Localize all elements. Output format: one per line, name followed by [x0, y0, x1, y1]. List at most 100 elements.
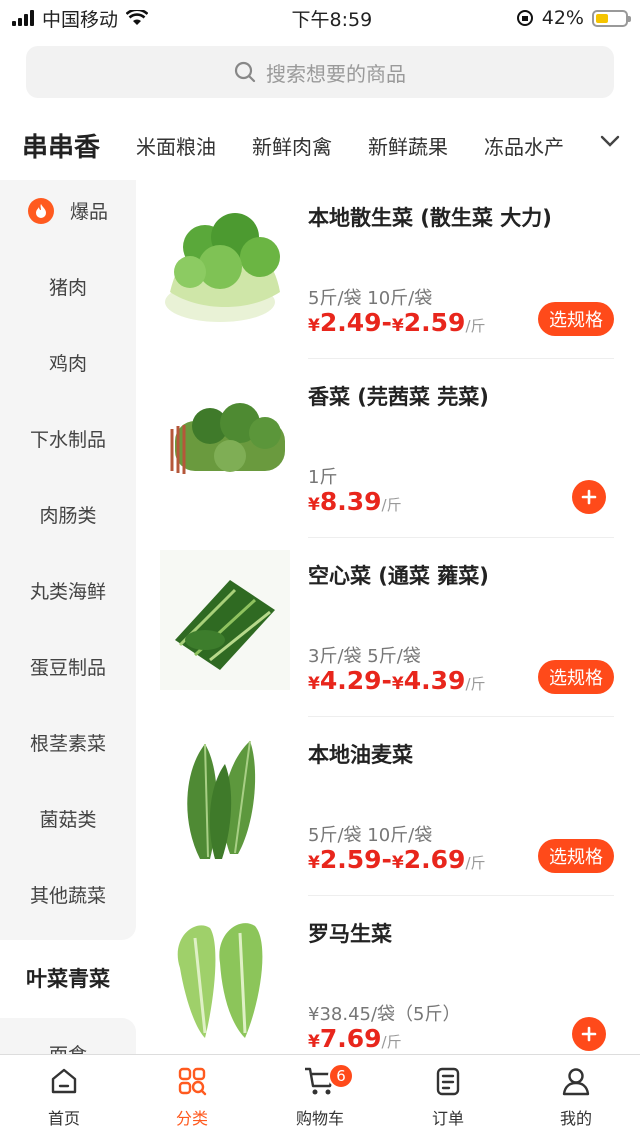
sidebar-item[interactable]: 其他蔬菜 — [0, 881, 136, 908]
sidebar-item-label: 面食 — [49, 1044, 87, 1054]
sidebar-item[interactable]: 猪肉 — [0, 273, 136, 300]
product-price: ¥4.29-¥4.39/斤 — [308, 666, 486, 695]
price-low: 8.39 — [319, 487, 382, 516]
battery-icon — [591, 9, 631, 27]
search-placeholder: 搜索想要的商品 — [266, 61, 406, 86]
sidebar-item-label: 鸡肉 — [48, 353, 87, 375]
price-separator: - — [381, 308, 392, 337]
sidebar-item[interactable]: 爆品 — [0, 197, 136, 224]
select-spec-button[interactable]: 选规格 — [538, 302, 614, 336]
status-time: 下午8:59 — [291, 8, 373, 31]
currency-symbol: ¥ — [308, 853, 320, 873]
sidebar-item-label: 叶菜青菜 — [26, 967, 110, 991]
search-bar[interactable]: 搜索想要的商品 — [26, 46, 614, 98]
sidebar-item[interactable]: 鸡肉 — [0, 349, 136, 376]
sidebar-item[interactable]: 根茎素菜 — [0, 729, 136, 756]
product-list: 本地散生菜 (散生菜 大力) 5斤/袋 10斤/袋 ¥2.49-¥2.59/斤 选规格… — [136, 180, 640, 1054]
price-high: 2.69 — [403, 845, 466, 874]
home-icon — [48, 1065, 80, 1101]
category-icon — [176, 1065, 208, 1101]
sidebar-item[interactable]: 下水制品 — [0, 425, 136, 452]
product-spec: 1斤 — [308, 467, 338, 488]
nav-item[interactable]: 首页 — [0, 1055, 128, 1138]
select-spec-button[interactable]: 选规格 — [538, 839, 614, 873]
select-spec-button[interactable]: 选规格 — [538, 660, 614, 694]
sidebar-item[interactable]: 菌菇类 — [0, 805, 136, 832]
nav-item[interactable]: 购物车 6 — [256, 1055, 384, 1138]
sidebar-item-label: 丸类海鲜 — [29, 581, 106, 603]
price-unit: /斤 — [465, 854, 486, 872]
sidebar-item[interactable]: 肉肠类 — [0, 501, 136, 528]
category-tab[interactable]: 串串香 — [22, 127, 100, 164]
currency-symbol: ¥ — [391, 853, 404, 873]
category-sidebar: 爆品猪肉鸡肉下水制品肉肠类丸类海鲜蛋豆制品根茎素菜菌菇类其他蔬菜叶菜青菜面食 — [0, 180, 136, 1054]
sidebar-item-label: 猪肉 — [48, 277, 87, 299]
nav-item[interactable]: 我的 — [512, 1055, 640, 1138]
product-name[interactable]: 香菜 (芫茜菜 芫菜) — [308, 381, 489, 411]
profile-icon — [560, 1065, 592, 1101]
product-image[interactable] — [160, 908, 290, 1048]
wifi-icon — [126, 10, 149, 25]
price-unit: /斤 — [465, 675, 486, 693]
category-tab[interactable]: 新鲜蔬果 — [368, 131, 448, 160]
nav-label: 首页 — [47, 1108, 80, 1128]
price-low: 4.29 — [319, 666, 382, 695]
add-to-cart-button[interactable] — [572, 1017, 606, 1051]
product-card[interactable]: 罗马生菜 ¥38.45/袋（5斤） ¥7.69/斤 — [136, 896, 640, 1054]
category-tabs: 串串香 米面粮油 新鲜肉禽 新鲜蔬果 冻品水产 — [0, 112, 640, 178]
product-card[interactable]: 香菜 (芫茜菜 芫菜) 1斤 ¥8.39/斤 — [136, 359, 640, 538]
add-to-cart-button[interactable] — [572, 480, 606, 514]
product-card[interactable]: 本地散生菜 (散生菜 大力) 5斤/袋 10斤/袋 ¥2.49-¥2.59/斤 选规格 — [136, 180, 640, 359]
product-spec: ¥38.45/袋（5斤） — [308, 1004, 461, 1025]
product-name[interactable]: 本地散生菜 (散生菜 大力) — [308, 202, 552, 232]
product-card[interactable]: 空心菜 (通菜 蕹菜) 3斤/袋 5斤/袋 ¥4.29-¥4.39/斤 选规格 — [136, 538, 640, 717]
product-price: ¥2.59-¥2.69/斤 — [308, 845, 486, 874]
product-name[interactable]: 空心菜 (通菜 蕹菜) — [308, 560, 489, 590]
nav-item[interactable]: 分类 — [128, 1055, 256, 1138]
search-icon — [234, 61, 256, 83]
sidebar-item[interactable]: 叶菜青菜 — [0, 963, 136, 993]
nav-item[interactable]: 订单 — [384, 1055, 512, 1138]
price-high: 4.39 — [403, 666, 466, 695]
sidebar-item-label: 其他蔬菜 — [29, 885, 106, 907]
sidebar-item[interactable]: 丸类海鲜 — [0, 577, 136, 604]
sidebar-item-label: 爆品 — [69, 201, 108, 223]
nav-label: 我的 — [559, 1108, 592, 1128]
order-icon — [432, 1065, 464, 1101]
product-image[interactable] — [160, 371, 290, 511]
price-unit: /斤 — [465, 317, 486, 335]
nav-label: 订单 — [431, 1108, 464, 1128]
sidebar-item[interactable]: 面食 — [0, 1040, 136, 1054]
price-high: 2.59 — [403, 308, 466, 337]
currency-symbol: ¥ — [308, 1032, 320, 1052]
product-image[interactable] — [160, 729, 290, 869]
category-tab[interactable]: 冻品水产 — [484, 131, 564, 160]
product-name[interactable]: 罗马生菜 — [308, 918, 392, 948]
currency-symbol: ¥ — [391, 316, 404, 336]
category-tab[interactable]: 新鲜肉禽 — [252, 131, 332, 160]
price-unit: /斤 — [381, 496, 402, 514]
product-price: ¥8.39/斤 — [308, 487, 402, 516]
cart-count-badge: 6 — [328, 1063, 354, 1089]
nav-label: 分类 — [175, 1108, 208, 1128]
status-bar: 中国移动 下午8:59 42% — [0, 0, 640, 36]
product-image[interactable] — [160, 550, 290, 690]
price-separator: - — [381, 666, 392, 695]
product-card[interactable]: 本地油麦菜 5斤/袋 10斤/袋 ¥2.59-¥2.69/斤 选规格 — [136, 717, 640, 896]
product-spec: 5斤/袋 10斤/袋 — [308, 825, 433, 846]
nav-label: 购物车 — [295, 1108, 344, 1128]
product-name[interactable]: 本地油麦菜 — [308, 739, 413, 769]
price-low: 2.49 — [319, 308, 382, 337]
bottom-nav: 首页 分类 购物车 6 订单 我的 — [0, 1054, 640, 1138]
sidebar-item-label: 根茎素菜 — [29, 733, 106, 755]
chevron-down-icon[interactable] — [600, 134, 620, 148]
plus-icon — [581, 1026, 597, 1042]
product-spec: 3斤/袋 5斤/袋 — [308, 646, 421, 667]
product-image[interactable] — [160, 192, 290, 332]
signal-icon — [12, 10, 34, 26]
battery-percent: 42% — [541, 7, 584, 29]
sidebar-item[interactable]: 蛋豆制品 — [0, 653, 136, 680]
product-price: ¥2.49-¥2.59/斤 — [308, 308, 486, 337]
category-tab[interactable]: 米面粮油 — [136, 131, 216, 160]
currency-symbol: ¥ — [308, 495, 320, 515]
